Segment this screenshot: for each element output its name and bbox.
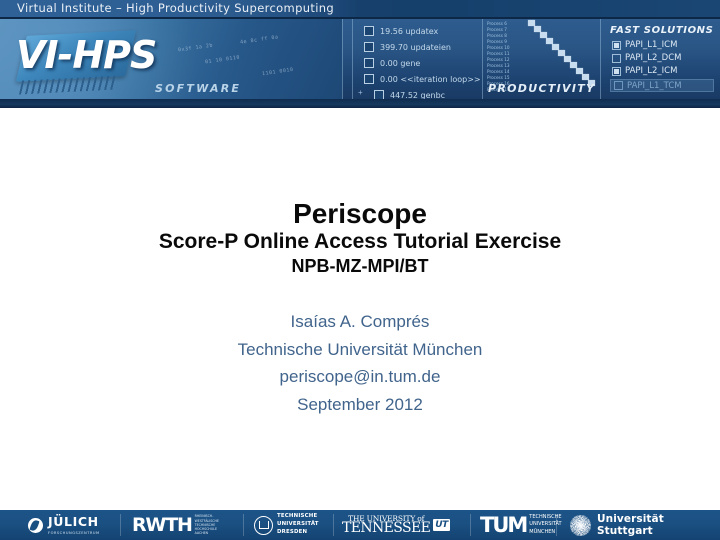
metric-label: 0.00 <<iteration loop>> xyxy=(380,74,481,84)
ut-badge: UT xyxy=(433,519,450,531)
fast-solutions-panel: FAST SOLUTIONS PAPI_L1_ICM PAPI_L2_DCM P… xyxy=(604,19,720,99)
header-divider-4 xyxy=(600,19,601,99)
process-label: Process 15 xyxy=(487,75,510,80)
process-label: Process 7 xyxy=(487,27,507,32)
list-item[interactable]: 399.70 updateien xyxy=(364,40,486,54)
code-wisp-2: 4e 8c ff 0a xyxy=(239,34,279,46)
fast-solutions-label: FAST SOLUTIONS xyxy=(610,25,714,36)
author-name: Isaías A. Comprés xyxy=(290,312,430,331)
papi-counter-label: PAPI_L2_ICM xyxy=(625,66,678,76)
checkbox-icon[interactable] xyxy=(364,26,374,36)
presentation-date: September 2012 xyxy=(297,394,423,414)
papi-counter-label: PAPI_L2_DCM xyxy=(625,53,682,63)
juelich-mark-icon xyxy=(28,517,43,533)
vihps-wordmark: VI-HPS xyxy=(16,33,157,77)
code-wisp-0: 0x3f 1a 2b xyxy=(177,42,214,54)
footer-divider xyxy=(120,514,121,536)
software-label: SOFTWARE xyxy=(155,82,242,95)
footer-divider xyxy=(243,514,244,536)
page-subtitle-primary: Score-P Online Access Tutorial Exercise xyxy=(158,230,562,254)
checkbox-icon xyxy=(614,81,623,90)
list-item[interactable]: 0.00 <<iteration loop>> xyxy=(364,72,486,86)
tennessee-wordmark: TENNESSEE xyxy=(342,520,431,537)
page-subtitle-secondary: NPB-MZ-MPI/BT xyxy=(291,255,429,276)
footer-divider xyxy=(470,514,471,536)
metric-checkbox-list: 19.56 updatex 399.70 updateien 0.00 gene… xyxy=(364,24,486,104)
list-item[interactable]: PAPI_L1_ICM xyxy=(612,40,677,50)
checkbox-checked-icon[interactable] xyxy=(612,66,621,76)
partner-logo-footer: JÜLICH FORSCHUNGSZENTRUM RWTH RHEINISCH-… xyxy=(0,510,720,540)
process-label: Process 13 xyxy=(487,63,510,68)
author-affiliation: Technische Universität München xyxy=(237,339,483,359)
tu-dresden-subtitle: TECHNISCHE UNIVERSITÄT DRESDEN xyxy=(277,513,319,535)
logo-tu-dresden: TECHNISCHE UNIVERSITÄT DRESDEN xyxy=(254,510,319,540)
checkbox-icon[interactable] xyxy=(364,58,374,68)
slide-content: Periscope Score-P Online Access Tutorial… xyxy=(0,108,720,510)
logo-university-of-tennessee: THE UNIVERSITY of TENNESSEE UT xyxy=(342,510,450,540)
juelich-wordmark: JÜLICH xyxy=(48,514,99,530)
communication-matrix-panel: Process 6 Process 7 Process 8 Process 9 … xyxy=(486,19,600,99)
rwth-wordmark: RWTH xyxy=(132,514,193,536)
process-label: Process 14 xyxy=(487,69,510,74)
header-bottom-bar xyxy=(0,99,720,108)
process-label: Process 10 xyxy=(487,45,510,50)
metric-label: 399.70 updateien xyxy=(380,42,451,52)
code-wisp-1: 01 10 0110 xyxy=(204,54,241,66)
checkbox-icon[interactable] xyxy=(364,42,374,52)
header-strip-underline xyxy=(0,17,720,19)
page-title: Periscope xyxy=(293,198,427,229)
papi-counter-disabled: PAPI_L1_TCM xyxy=(610,79,714,92)
rwth-subtitle: RHEINISCH- WESTFÄLISCHE TECHNISCHE HOCHS… xyxy=(194,514,219,536)
metric-label: 0.00 gene xyxy=(380,58,421,68)
author-email: periscope@in.tum.de xyxy=(279,367,441,387)
process-label: Process 6 xyxy=(487,21,507,26)
productivity-label: PRODUCTIVITY xyxy=(488,82,596,95)
logo-stuttgart: Universität Stuttgart xyxy=(570,510,720,540)
list-item[interactable]: 19.56 updatex xyxy=(364,24,486,38)
footer-divider xyxy=(333,514,334,536)
papi-counter-label: PAPI_L1_ICM xyxy=(625,40,678,50)
process-label: Process 9 xyxy=(487,39,507,44)
process-label: Process 11 xyxy=(487,51,510,56)
code-wisp-3: 1101 0010 xyxy=(261,66,294,78)
checkbox-icon[interactable] xyxy=(364,74,374,84)
metric-label: 19.56 updatex xyxy=(380,26,439,36)
footer-divider xyxy=(556,514,557,536)
institute-title: Virtual Institute – High Productivity Su… xyxy=(17,1,335,15)
tu-dresden-mark-icon xyxy=(254,515,273,535)
logo-juelich: JÜLICH FORSCHUNGSZENTRUM xyxy=(28,510,100,540)
checkbox-icon[interactable] xyxy=(612,53,621,63)
logo-tum: TUM TECHNISCHE UNIVERSITÄT MÜNCHEN xyxy=(480,510,562,540)
papi-counter-label: PAPI_L1_TCM xyxy=(627,80,682,91)
header-strip: Virtual Institute – High Productivity Su… xyxy=(0,0,720,17)
list-item[interactable]: PAPI_L2_DCM xyxy=(612,53,682,63)
header-banner: VI-HPS SOFTWARE 0x3f 1a 2b 01 10 0110 4e… xyxy=(0,0,720,108)
list-item[interactable]: PAPI_L2_ICM xyxy=(612,66,677,76)
expand-bullet-icon: + xyxy=(358,88,363,97)
stuttgart-mark-icon xyxy=(570,514,591,536)
title-block: Periscope Score-P Online Access Tutorial… xyxy=(0,198,720,277)
stuttgart-wordmark: Universität Stuttgart xyxy=(597,513,664,537)
header-divider-2 xyxy=(352,19,353,99)
vihps-logo-panel: VI-HPS SOFTWARE 0x3f 1a 2b 01 10 0110 4e… xyxy=(0,19,342,99)
process-label: Process 12 xyxy=(487,57,510,62)
juelich-subtitle: FORSCHUNGSZENTRUM xyxy=(48,531,100,536)
tum-wordmark: TUM xyxy=(480,513,528,537)
process-label: Process 8 xyxy=(487,33,507,38)
header-divider-1 xyxy=(342,19,343,99)
author-info-block: Isaías A. Comprés Technische Universität… xyxy=(0,308,720,418)
checkbox-checked-icon[interactable] xyxy=(612,40,621,50)
list-item[interactable]: 0.00 gene xyxy=(364,56,486,70)
logo-rwth: RWTH RHEINISCH- WESTFÄLISCHE TECHNISCHE … xyxy=(132,510,219,540)
